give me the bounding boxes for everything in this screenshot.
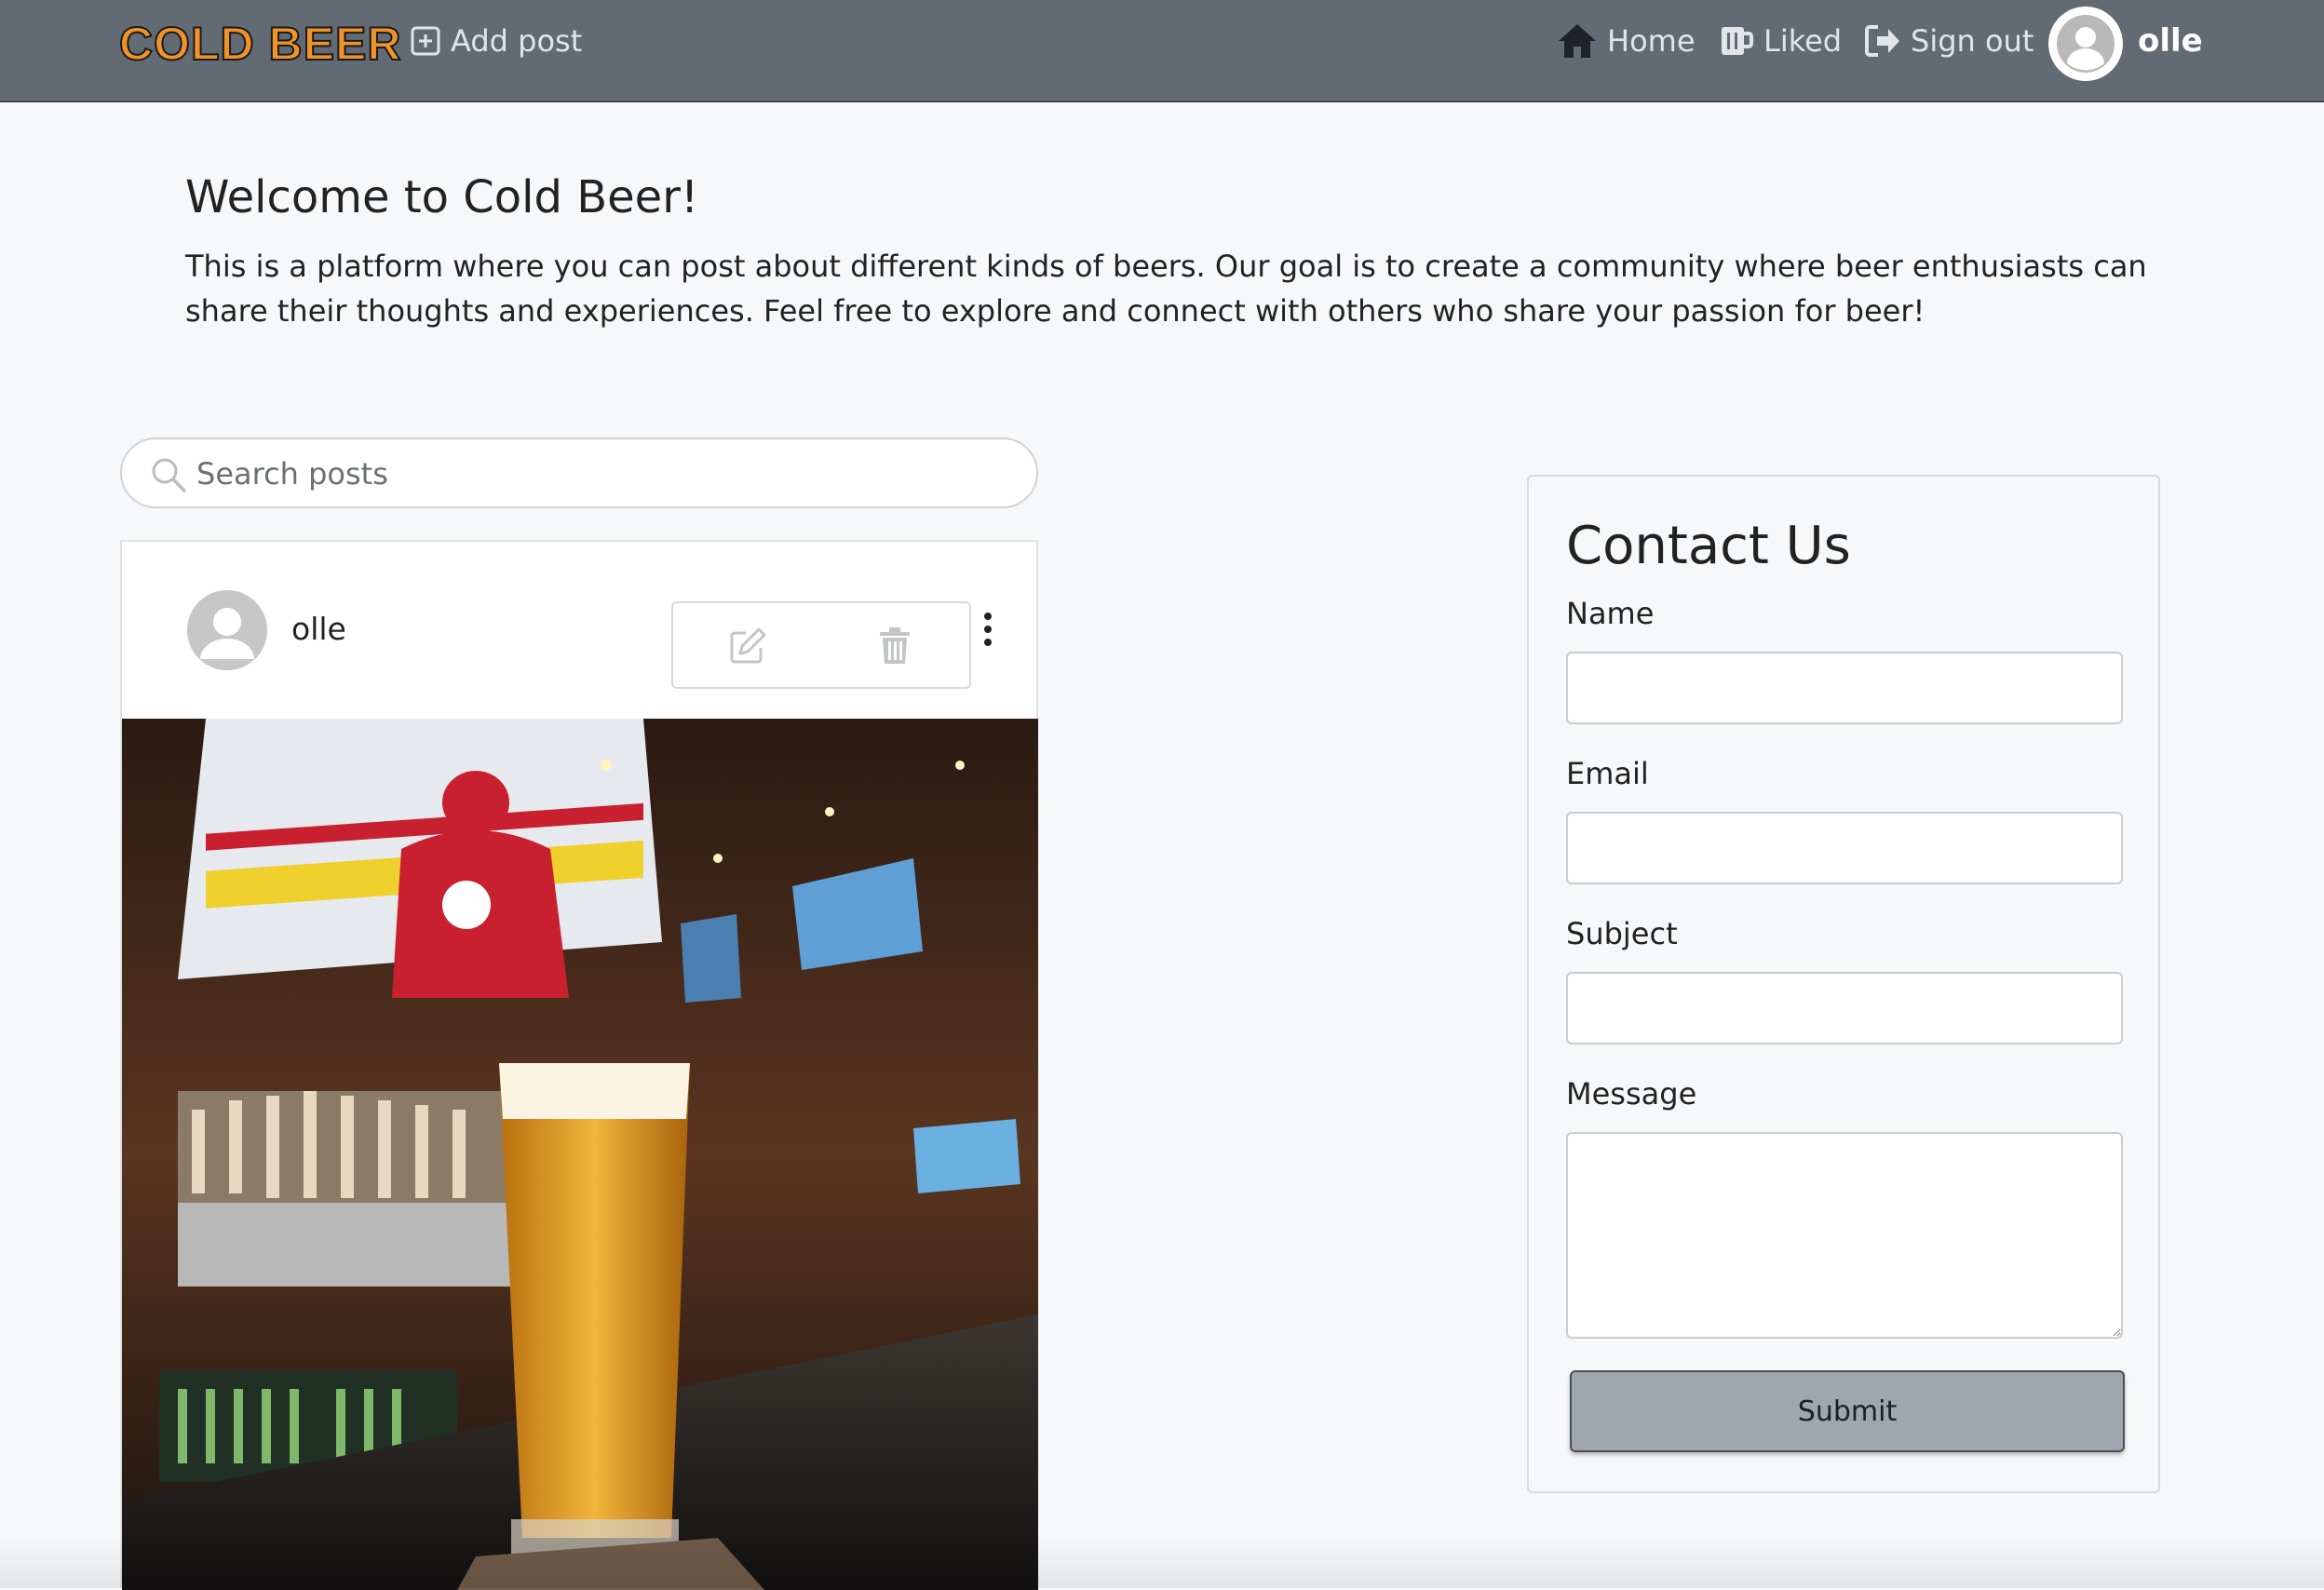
submit-button[interactable]: Submit: [1570, 1370, 2125, 1452]
message-field[interactable]: [1566, 1132, 2123, 1339]
user-avatar-icon: [187, 590, 267, 670]
kebab-icon: [984, 613, 992, 620]
edit-icon: [730, 627, 766, 664]
sign-out-icon: [1865, 25, 1899, 57]
plus-square-icon: [411, 26, 440, 56]
nav-username[interactable]: olle: [2138, 22, 2203, 60]
contact-form: Contact Us Name Email Subject Message Su…: [1527, 475, 2160, 1493]
liked-label: Liked: [1763, 23, 1843, 59]
contact-title: Contact Us: [1566, 516, 1851, 576]
home-label: Home: [1607, 23, 1696, 59]
name-field[interactable]: [1566, 652, 2123, 724]
subject-field[interactable]: [1566, 972, 2123, 1044]
add-post-label: Add post: [451, 23, 583, 59]
subject-label: Subject: [1566, 916, 1678, 951]
post-author-name[interactable]: olle: [291, 611, 346, 647]
user-avatar-icon: [2057, 15, 2115, 73]
kebab-icon: [984, 626, 992, 633]
trash-icon: [880, 627, 910, 664]
search-icon: [152, 458, 186, 492]
post-card: olle: [120, 540, 1038, 1590]
home-link[interactable]: Home: [1557, 20, 1696, 61]
email-field[interactable]: [1566, 812, 2123, 884]
beer-bar-photo: [122, 719, 1038, 1590]
post-options-button[interactable]: [975, 611, 1001, 652]
edit-post-button[interactable]: [727, 626, 768, 670]
post-image[interactable]: [122, 719, 1038, 1590]
post-author-avatar[interactable]: [187, 590, 267, 670]
beer-mug-icon: [1722, 27, 1753, 55]
welcome-title: Welcome to Cold Beer!: [185, 171, 699, 223]
home-icon: [1559, 24, 1596, 58]
brand-logo[interactable]: COLD BEER: [118, 17, 401, 71]
name-label: Name: [1566, 596, 1655, 631]
user-avatar[interactable]: [2048, 7, 2123, 81]
liked-link[interactable]: Liked: [1719, 20, 1842, 61]
welcome-text: This is a platform where you can post ab…: [185, 249, 2147, 329]
sign-out-label: Sign out: [1911, 23, 2034, 59]
add-post-link[interactable]: Add post: [410, 20, 582, 61]
search-input[interactable]: [196, 451, 1016, 497]
navbar: COLD BEER Add post Home Liked Sign out o…: [0, 0, 2324, 102]
delete-post-button[interactable]: [876, 626, 913, 670]
email-label: Email: [1566, 756, 1649, 791]
search-bar: [120, 438, 1038, 508]
message-label: Message: [1566, 1076, 1697, 1112]
kebab-icon: [984, 639, 992, 646]
post-actions-menu: [671, 601, 971, 689]
sign-out-link[interactable]: Sign out: [1864, 20, 2034, 61]
